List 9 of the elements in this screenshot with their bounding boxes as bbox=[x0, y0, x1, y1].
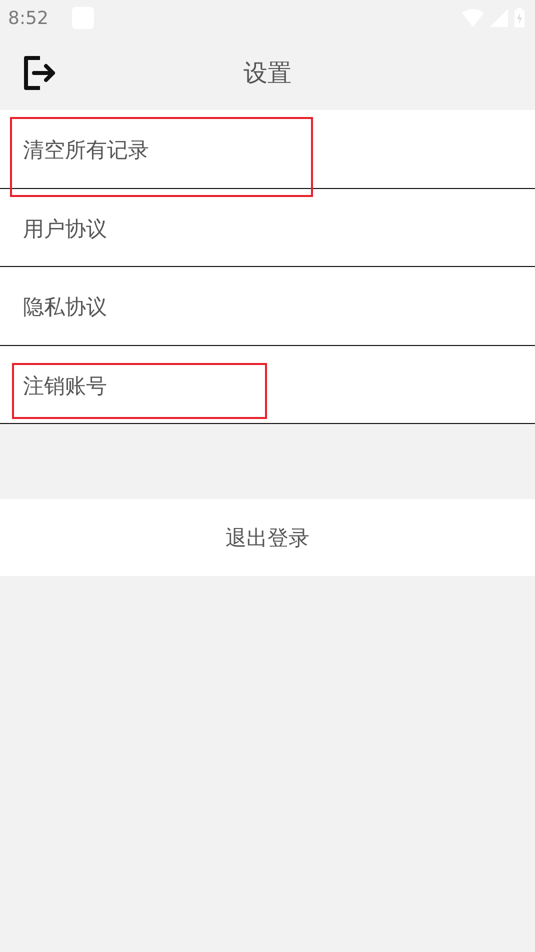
logout-icon[interactable] bbox=[22, 55, 56, 91]
settings-item[interactable]: 清空所有记录 bbox=[0, 110, 535, 188]
status-time: 8:52 bbox=[8, 8, 48, 28]
settings-item[interactable]: 隐私协议 bbox=[0, 267, 535, 346]
battery-icon bbox=[514, 8, 525, 28]
settings-item[interactable]: 注销账号 bbox=[0, 346, 535, 424]
logout-button[interactable]: 退出登录 bbox=[0, 499, 535, 576]
settings-item[interactable]: 用户协议 bbox=[0, 188, 535, 267]
page-title: 设置 bbox=[244, 58, 292, 89]
